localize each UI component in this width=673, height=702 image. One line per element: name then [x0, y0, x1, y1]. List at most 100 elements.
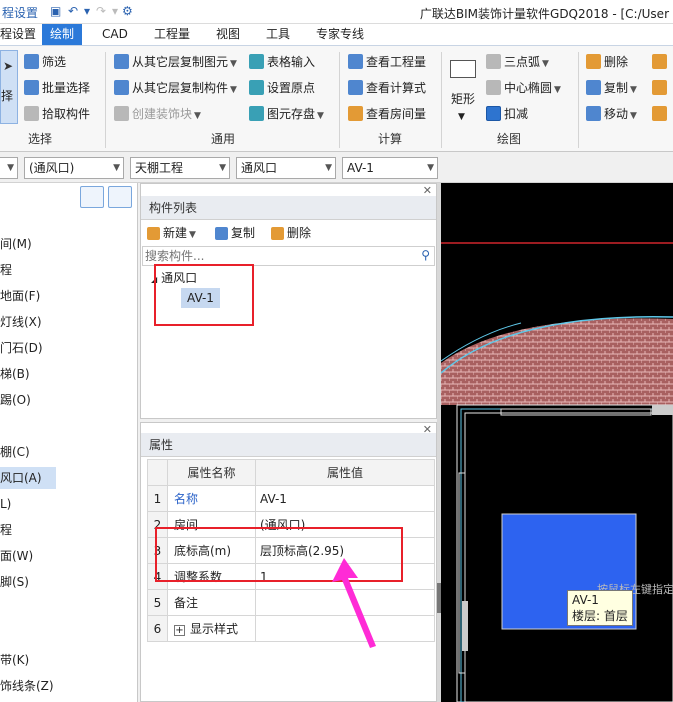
- tree-item[interactable]: L): [0, 493, 11, 515]
- batch-select-button[interactable]: 批量选择: [24, 77, 90, 99]
- search-icon[interactable]: ⚲: [421, 248, 430, 262]
- tree-item[interactable]: 面(W): [0, 545, 33, 567]
- save-element-button[interactable]: 图元存盘 ▼: [249, 103, 324, 125]
- chevron-down-icon: ▼: [458, 112, 465, 122]
- pick-icon: [24, 106, 39, 121]
- tab-settings-fragment[interactable]: 程设置: [0, 24, 44, 45]
- tree-item[interactable]: 程: [0, 259, 12, 281]
- offset-icon: [652, 106, 667, 121]
- table-row[interactable]: 5 备注: [147, 589, 435, 616]
- tree-item[interactable]: 间(M): [0, 233, 32, 255]
- drawing-canvas[interactable]: [441, 183, 673, 702]
- annotation-arrow: [332, 558, 376, 648]
- element-tooltip: AV-1 楼层: 首层: [567, 590, 633, 626]
- chevron-down-icon: ▼: [230, 85, 237, 95]
- detail-view-icon[interactable]: [108, 186, 132, 208]
- three-point-arc-button[interactable]: 三点弧 ▼: [486, 51, 549, 73]
- room-combo[interactable]: (通风口) ▼: [24, 157, 124, 179]
- new-button[interactable]: 新建 ▼: [147, 222, 196, 244]
- tab-view[interactable]: 视图: [208, 24, 248, 45]
- rotate-button-partial[interactable]: [652, 77, 670, 99]
- center-ellipse-button[interactable]: 中心椭圆 ▼: [486, 77, 561, 99]
- rect-button[interactable]: 矩形 ▼: [448, 52, 480, 124]
- chevron-down-icon: ▼: [113, 163, 120, 173]
- copy-from-layer-button[interactable]: 从其它层复制图元 ▼: [114, 51, 237, 73]
- batch-select-icon: [24, 80, 39, 95]
- tree-item[interactable]: 风口(A): [0, 467, 56, 489]
- quantity-icon: [348, 54, 363, 69]
- redo-dropdown-icon[interactable]: ▾: [112, 4, 118, 18]
- chevron-down-icon: ▼: [189, 230, 196, 240]
- component-list-header: 构件列表: [141, 196, 436, 220]
- table-row[interactable]: 1 名称 AV-1: [147, 485, 435, 512]
- tree-item[interactable]: 饰线条(Z): [0, 675, 54, 697]
- tab-tools[interactable]: 工具: [258, 24, 298, 45]
- select-button[interactable]: ➤ 择: [0, 50, 18, 124]
- table-row[interactable]: 6 + 显示样式: [147, 615, 435, 642]
- expand-icon[interactable]: +: [174, 625, 185, 636]
- save-icon[interactable]: ▣: [50, 4, 61, 18]
- create-decoration-button[interactable]: 创建装饰块 ▼: [114, 103, 201, 125]
- deduct-checkbox[interactable]: 扣减: [486, 103, 528, 125]
- undo-icon[interactable]: ↶: [68, 4, 78, 18]
- chevron-down-icon: ▼: [630, 111, 637, 121]
- view-formula-button[interactable]: 查看计算式: [348, 77, 426, 99]
- chevron-down-icon: ▼: [554, 85, 561, 95]
- table-header-row: 属性名称 属性值: [147, 459, 435, 486]
- floor-combo[interactable]: ▼: [0, 157, 18, 179]
- table-icon: [249, 54, 264, 69]
- filter-button[interactable]: 筛选: [24, 51, 66, 73]
- delete-component-button[interactable]: 删除: [271, 222, 311, 244]
- copy-icon: [215, 227, 228, 240]
- tree-item[interactable]: 灯线(X): [0, 311, 42, 333]
- tree-item[interactable]: 程: [0, 519, 12, 541]
- list-view-icon[interactable]: [80, 186, 104, 208]
- decoration-icon: [114, 106, 129, 121]
- delete-button[interactable]: 删除: [586, 51, 628, 73]
- chevron-down-icon: ▼: [7, 163, 14, 173]
- view-quantity-button[interactable]: 查看工程量: [348, 51, 426, 73]
- properties-panel: ✕ 属性 属性名称 属性值 1 名称 AV-1 2 房间 (通风口) 3 底标高…: [140, 422, 437, 702]
- copy-component-list-button[interactable]: 复制: [215, 222, 255, 244]
- tree-item[interactable]: 门石(D): [0, 337, 43, 359]
- undo-dropdown-icon[interactable]: ▾: [84, 4, 90, 18]
- customize-icon[interactable]: ⚙: [122, 4, 133, 18]
- component-combo[interactable]: AV-1 ▼: [342, 157, 438, 179]
- tree-item[interactable]: 带(K): [0, 649, 29, 671]
- ellipse-icon: [486, 80, 501, 95]
- move-button[interactable]: 移动 ▼: [586, 103, 637, 125]
- view-room-button[interactable]: 查看房间量: [348, 103, 426, 125]
- search-input[interactable]: [142, 246, 435, 266]
- pick-component-button[interactable]: 拾取构件: [24, 103, 90, 125]
- group-separator: [578, 52, 579, 148]
- tab-draw[interactable]: 绘制: [42, 24, 83, 45]
- category-combo[interactable]: 天棚工程 ▼: [130, 157, 230, 179]
- group-label-common: 通用: [211, 132, 236, 146]
- ribbon: ➤ 择 筛选 批量选择 拾取构件 选择 从其它层复制图元 ▼ 从其它层复制构件 ▼ …: [0, 45, 673, 152]
- offset-button-partial[interactable]: [652, 103, 670, 125]
- redo-icon[interactable]: ↷: [96, 4, 106, 18]
- tab-quantity[interactable]: 工程量: [146, 24, 198, 45]
- copy-component-icon: [114, 80, 129, 95]
- tree-item[interactable]: 梯(B): [0, 363, 30, 385]
- tab-expert[interactable]: 专家专线: [308, 24, 372, 45]
- tree-item[interactable]: 脚(S): [0, 571, 29, 593]
- copy-component-button[interactable]: 从其它层复制构件 ▼: [114, 77, 237, 99]
- mirror-button-partial[interactable]: [652, 51, 670, 73]
- rectangle-icon: [450, 60, 476, 78]
- tree-item[interactable]: 踢(O): [0, 389, 31, 411]
- set-origin-button[interactable]: 设置原点: [249, 77, 315, 99]
- group-separator: [339, 52, 340, 148]
- tab-cad[interactable]: CAD: [94, 24, 136, 45]
- copy-button[interactable]: 复制 ▼: [586, 77, 637, 99]
- origin-icon: [249, 80, 264, 95]
- type-combo[interactable]: 通风口 ▼: [236, 157, 336, 179]
- group-label-select: 选择: [28, 132, 53, 146]
- chevron-down-icon: ▼: [219, 163, 226, 173]
- table-input-button[interactable]: 表格输入: [249, 51, 315, 73]
- component-list-panel: ✕ 构件列表 新建▼ 复制 删除 ⚲ ◢通风口 AV-1: [140, 183, 437, 419]
- tree-item[interactable]: 地面(F): [0, 285, 40, 307]
- title-bar: 程设置 ▣ ↶ ▾ ↷ ▾ ⚙ 广联达BIM装饰计量软件GDQ2018 - [C…: [0, 0, 673, 24]
- tree-item[interactable]: 棚(C): [0, 441, 30, 463]
- house-icon: [348, 106, 363, 121]
